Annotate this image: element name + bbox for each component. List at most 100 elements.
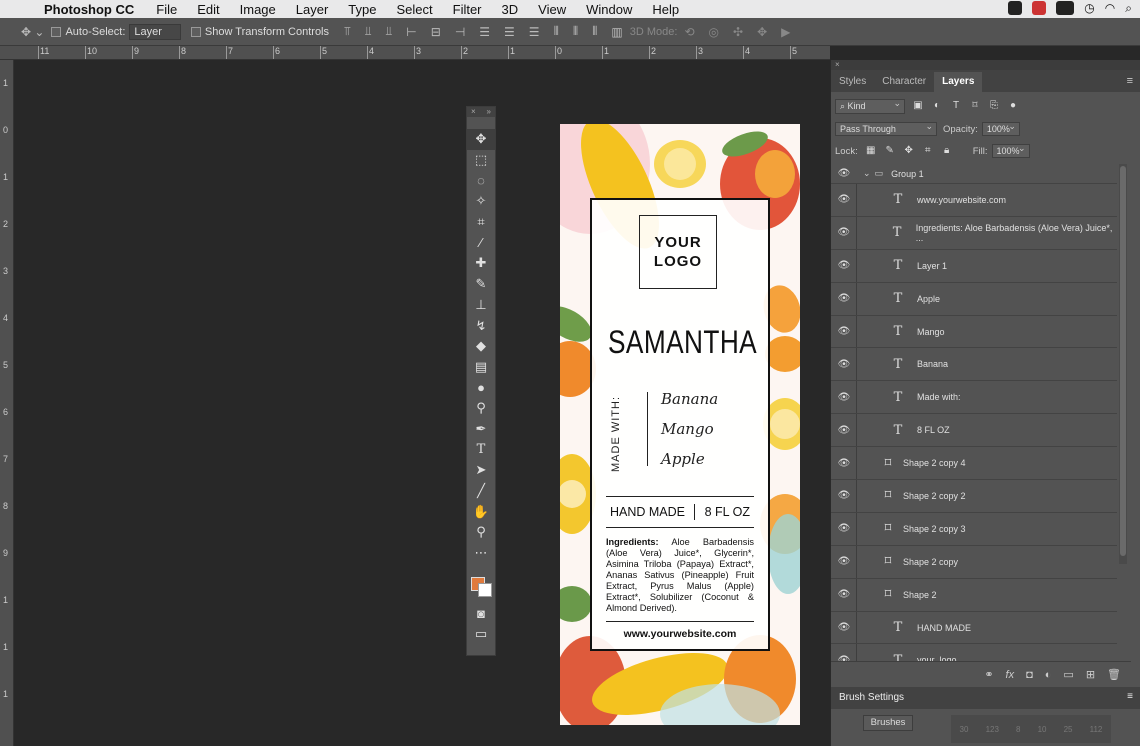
layer-row[interactable]: 👁︎ ⌑ Shape 2 copy 4	[831, 447, 1117, 481]
lock-position-icon[interactable]: ✥	[903, 145, 915, 157]
background-color-swatch[interactable]	[478, 583, 492, 598]
brush-tool-icon[interactable]: ✎	[467, 274, 495, 295]
visibility-eye-icon[interactable]: 👁︎	[831, 392, 857, 403]
auto-select-checkbox[interactable]	[51, 26, 62, 37]
menu-edit[interactable]: Edit	[197, 2, 219, 17]
3d-slide-icon[interactable]: ✥	[757, 25, 767, 39]
brush-panel-menu-icon[interactable]: ≡	[1127, 691, 1133, 702]
status-app-icon[interactable]	[1008, 1, 1023, 15]
move-tool-icon[interactable]: ✥	[467, 129, 495, 150]
blur-tool-icon[interactable]: ●	[467, 377, 495, 398]
kind-filter-dropdown[interactable]: ⌕ Kind	[835, 98, 905, 114]
visibility-eye-icon[interactable]: 👁︎	[831, 326, 857, 337]
layer-row[interactable]: 👁︎ T Ingredients: Aloe Barbadensis (Aloe V…	[831, 216, 1117, 250]
menu-window[interactable]: Window	[586, 2, 632, 17]
blend-mode-dropdown[interactable]: Pass Through	[835, 121, 937, 136]
3d-roll-icon[interactable]: ◎	[709, 25, 719, 39]
visibility-eye-icon[interactable]: 👁︎	[831, 589, 857, 600]
lock-all-icon[interactable]: 🔒︎	[941, 145, 953, 157]
menu-filter[interactable]: Filter	[453, 2, 482, 17]
layer-row[interactable]: 👁︎ ⌑ Shape 2	[831, 578, 1117, 612]
layer-row[interactable]: 👁︎ ⌑ Shape 2 copy	[831, 545, 1117, 579]
tab-character[interactable]: Character	[874, 72, 934, 92]
visibility-eye-icon[interactable]: 👁︎	[831, 293, 857, 304]
filter-shape-icon[interactable]: ⌑	[969, 100, 981, 112]
visibility-eye-icon[interactable]: 👁︎	[831, 490, 857, 501]
brush-preset[interactable]: 8	[1016, 725, 1020, 734]
lock-artboard-icon[interactable]: ⌗	[922, 145, 934, 157]
brush-settings-header[interactable]: Brush Settings ≡	[831, 687, 1140, 709]
clone-stamp-tool-icon[interactable]: ⊥	[467, 295, 495, 316]
transform-controls-checkbox[interactable]	[190, 26, 201, 37]
document-canvas[interactable]: YOUR LOGO SAMANTHA MADE WITH: Banana Mang…	[560, 124, 800, 725]
layer-row[interactable]: 👁︎ ⌑ Shape 2 copy 2	[831, 480, 1117, 513]
add-mask-icon[interactable]: ◘	[1026, 669, 1033, 681]
gradient-tool-icon[interactable]: ▤	[467, 357, 495, 378]
delete-layer-icon[interactable]: 🗑︎	[1107, 668, 1121, 681]
layer-row[interactable]: 👁︎ Twww.yourwebsite.com	[831, 184, 1117, 217]
layer-row[interactable]: 👁︎ T 8 FL OZ	[831, 414, 1117, 448]
layer-row[interactable]: 👁︎ T Apple	[831, 282, 1117, 316]
group-expand-icon[interactable]: ⌄	[863, 168, 871, 179]
auto-select-dropdown[interactable]: Layer	[129, 23, 181, 40]
wifi-icon[interactable]: ◠	[1105, 1, 1115, 16]
link-layers-icon[interactable]: ⚭	[984, 668, 993, 681]
distribute-hcenter-icon[interactable]: ⦀	[573, 24, 578, 39]
screen-mode-icon[interactable]: ▭	[467, 624, 495, 645]
distribute-top-icon[interactable]: ☰	[479, 25, 490, 39]
layer-row[interactable]: 👁︎ ⌑ Shape 2 copy 3	[831, 512, 1117, 546]
visibility-eye-icon[interactable]: 👁︎	[831, 260, 857, 271]
layer-row[interactable]: 👁︎ T Banana	[831, 348, 1117, 382]
quick-mask-icon[interactable]: ◙	[467, 603, 495, 624]
menu-3d[interactable]: 3D	[502, 2, 519, 17]
new-group-icon[interactable]: ▭	[1063, 668, 1073, 681]
panel-menu-icon[interactable]: ≡	[1127, 75, 1133, 87]
auto-align-icon[interactable]: ▥	[611, 25, 622, 39]
crop-tool-icon[interactable]: ⌗	[467, 212, 495, 233]
menu-select[interactable]: Select	[396, 2, 432, 17]
align-hcenter-icon[interactable]: ⊟	[431, 25, 441, 39]
brush-preset[interactable]: 112	[1090, 725, 1103, 734]
align-vcenter-icon[interactable]: ⫫	[365, 24, 372, 39]
distribute-vcenter-icon[interactable]: ☰	[504, 25, 515, 39]
marquee-tool-icon[interactable]: ⬚	[467, 150, 495, 171]
brushes-button[interactable]: Brushes	[863, 715, 913, 731]
layer-row[interactable]: 👁︎ Tyour_logo	[831, 644, 1117, 661]
align-top-icon[interactable]: ⫪	[344, 24, 351, 39]
3d-scale-icon[interactable]: ▶	[781, 25, 790, 39]
clock-icon[interactable]: ◷	[1084, 1, 1094, 16]
brush-preset[interactable]: 30	[960, 725, 969, 734]
pen-tool-icon[interactable]: ✒	[467, 419, 495, 440]
visibility-eye-icon[interactable]: 👁︎	[831, 458, 857, 469]
menu-view[interactable]: View	[538, 2, 566, 17]
opacity-input[interactable]: 100%	[981, 121, 1020, 136]
align-left-icon[interactable]: ⊢	[406, 25, 416, 39]
layer-group[interactable]: 👁︎ ⌄ ▭ Group 1	[831, 164, 1117, 184]
type-tool-icon[interactable]: T	[467, 439, 495, 460]
distribute-left-icon[interactable]: ⦀	[554, 24, 559, 39]
new-layer-icon[interactable]: ⊞	[1086, 668, 1095, 681]
visibility-eye-icon[interactable]: 👁︎	[831, 359, 857, 370]
brush-preset[interactable]: 25	[1064, 725, 1073, 734]
layer-row[interactable]: 👁︎ T HAND MADE	[831, 611, 1117, 645]
hand-tool-icon[interactable]: ✋	[467, 501, 495, 522]
distribute-bottom-icon[interactable]: ☰	[529, 25, 540, 39]
lock-transparent-icon[interactable]: ▦	[865, 145, 877, 157]
tab-layers[interactable]: Layers	[934, 72, 983, 92]
menu-help[interactable]: Help	[652, 2, 679, 17]
layer-row[interactable]: 👁︎ T Mango	[831, 315, 1117, 349]
layers-scrollbar[interactable]	[1119, 164, 1127, 564]
visibility-eye-icon[interactable]: 👁︎	[831, 556, 857, 567]
status-cc-icon[interactable]	[1032, 1, 1047, 15]
filter-adjustment-icon[interactable]: ◐	[931, 100, 943, 112]
search-icon[interactable]: ⌕	[1125, 1, 1132, 16]
3d-orbit-icon[interactable]: ⟲	[684, 25, 694, 39]
filter-smart-object-icon[interactable]: ⎘	[988, 100, 1000, 112]
layer-style-icon[interactable]: fx	[1006, 669, 1015, 681]
healing-brush-tool-icon[interactable]: ✚	[467, 253, 495, 274]
menu-image[interactable]: Image	[240, 2, 276, 17]
menu-layer[interactable]: Layer	[296, 2, 329, 17]
zoom-tool-icon[interactable]: ⚲	[467, 522, 495, 543]
path-selection-tool-icon[interactable]: ➤	[467, 460, 495, 481]
layer-row[interactable]: 👁︎ T Layer 1	[831, 249, 1117, 283]
